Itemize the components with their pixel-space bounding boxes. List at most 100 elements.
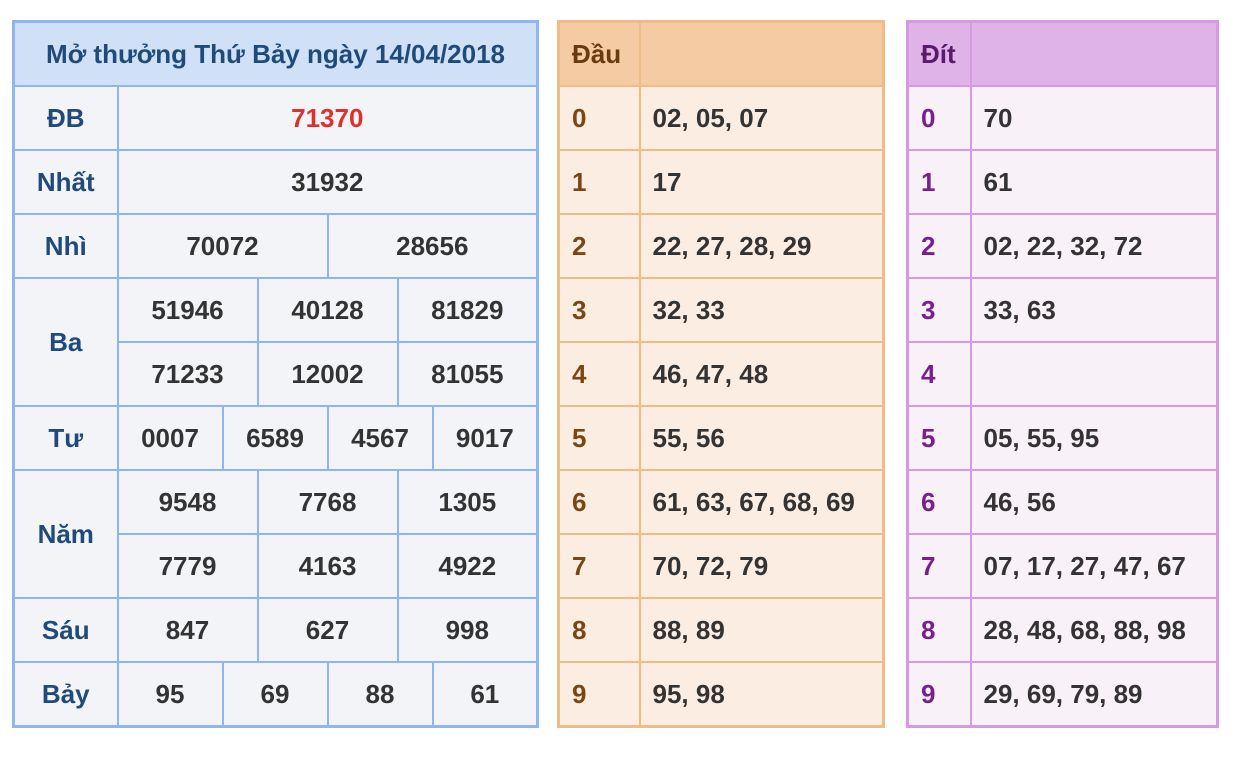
dit-row: 7 07, 17, 27, 47, 67	[906, 533, 1219, 599]
prize-value: 95	[116, 661, 224, 728]
dit-numbers: 07, 17, 27, 47, 67	[969, 533, 1219, 599]
dit-row: 6 46, 56	[906, 469, 1219, 535]
dau-numbers: 46, 47, 48	[638, 341, 885, 407]
prize-value: 6589	[221, 405, 329, 471]
row-bay: Bảy 95 69 88 61	[12, 661, 539, 728]
prize-value: 61	[431, 661, 539, 728]
dau-digit: 6	[557, 469, 641, 535]
prize-value: 7768	[256, 469, 399, 535]
prize-value: 31932	[116, 149, 539, 215]
dit-row: 3 33, 63	[906, 277, 1219, 343]
dit-digit: 4	[906, 341, 972, 407]
dit-numbers	[969, 341, 1219, 407]
prize-value: 9548	[116, 469, 259, 535]
dit-digit: 0	[906, 85, 972, 151]
dau-numbers: 70, 72, 79	[638, 533, 885, 599]
prize-value: 69	[221, 661, 329, 728]
dau-row: 8 88, 89	[557, 597, 885, 663]
dit-numbers: 46, 56	[969, 469, 1219, 535]
dit-numbers: 28, 48, 68, 88, 98	[969, 597, 1219, 663]
dau-row: 4 46, 47, 48	[557, 341, 885, 407]
prize-label-nhi: Nhì	[12, 213, 119, 279]
dau-row: 1 17	[557, 149, 885, 215]
prize-label-tu: Tư	[12, 405, 119, 471]
row-nhi: Nhì 70072 28656	[12, 213, 539, 279]
dit-numbers: 70	[969, 85, 1219, 151]
prize-value: 40128	[256, 277, 399, 343]
dau-row: 7 70, 72, 79	[557, 533, 885, 599]
dau-digit: 1	[557, 149, 641, 215]
dau-numbers: 88, 89	[638, 597, 885, 663]
prize-value: 71370	[116, 85, 539, 151]
dit-digit: 7	[906, 533, 972, 599]
dit-row: 5 05, 55, 95	[906, 405, 1219, 471]
row-sau: Sáu 847 627 998	[12, 597, 539, 663]
prize-label-sau: Sáu	[12, 597, 119, 663]
prize-value: 847	[116, 597, 259, 663]
row-nam-1: Năm 9548 7768 1305	[12, 469, 539, 599]
dit-digit: 9	[906, 661, 972, 728]
dit-digit: 3	[906, 277, 972, 343]
prize-value: 12002	[256, 341, 399, 407]
prize-value: 71233	[116, 341, 259, 407]
dit-header: Đít	[906, 20, 972, 87]
row-db: ĐB 71370	[12, 85, 539, 151]
dau-digit: 0	[557, 85, 641, 151]
dit-numbers: 29, 69, 79, 89	[969, 661, 1219, 728]
dau-row: 6 61, 63, 67, 68, 69	[557, 469, 885, 535]
prize-label-bay: Bảy	[12, 661, 119, 728]
dit-digit: 2	[906, 213, 972, 279]
prize-value: 0007	[116, 405, 224, 471]
dau-header-blank	[638, 20, 885, 87]
dau-digit: 7	[557, 533, 641, 599]
prize-value: 28656	[326, 213, 539, 279]
dau-digit: 8	[557, 597, 641, 663]
prize-value: 627	[256, 597, 399, 663]
row-ba-1: Ba 51946 40128 81829	[12, 277, 539, 407]
prize-value: 7779	[116, 533, 259, 599]
prize-value: 88	[326, 661, 434, 728]
dit-row: 4	[906, 341, 1219, 407]
prize-value: 81055	[396, 341, 539, 407]
dit-digit: 1	[906, 149, 972, 215]
dau-row: 9 95, 98	[557, 661, 885, 728]
dau-header: Đầu	[557, 20, 641, 87]
dau-numbers: 61, 63, 67, 68, 69	[638, 469, 885, 535]
prize-value: 9017	[431, 405, 539, 471]
row-nhat: Nhất 31932	[12, 149, 539, 215]
prize-value: 4163	[256, 533, 399, 599]
dau-row: 2 22, 27, 28, 29	[557, 213, 885, 279]
dau-digit: 9	[557, 661, 641, 728]
dit-header-blank	[969, 20, 1219, 87]
dau-row: 3 32, 33	[557, 277, 885, 343]
prize-value: 4567	[326, 405, 434, 471]
row-tu: Tư 0007 6589 4567 9017	[12, 405, 539, 471]
dit-digit: 6	[906, 469, 972, 535]
dit-row: 1 61	[906, 149, 1219, 215]
prize-label-ba: Ba	[12, 277, 119, 407]
dau-numbers: 22, 27, 28, 29	[638, 213, 885, 279]
prize-label-nhat: Nhất	[12, 149, 119, 215]
dau-digit: 3	[557, 277, 641, 343]
dit-row: 9 29, 69, 79, 89	[906, 661, 1219, 728]
dit-table: Đít 0 70 1 61 2 02, 22, 32, 72 3 33, 63 4 5 05, 55…	[906, 20, 1219, 728]
prize-value: 4922	[396, 533, 539, 599]
dit-row: 2 02, 22, 32, 72	[906, 213, 1219, 279]
dit-numbers: 61	[969, 149, 1219, 215]
dau-digit: 5	[557, 405, 641, 471]
dit-numbers: 05, 55, 95	[969, 405, 1219, 471]
prize-label-db: ĐB	[12, 85, 119, 151]
dit-row: 8 28, 48, 68, 88, 98	[906, 597, 1219, 663]
dau-table: Đầu 0 02, 05, 07 1 17 2 22, 27, 28, 29 3 32, 33…	[557, 20, 885, 728]
dau-numbers: 55, 56	[638, 405, 885, 471]
dau-digit: 4	[557, 341, 641, 407]
dau-row: 0 02, 05, 07	[557, 85, 885, 151]
prize-value: 1305	[396, 469, 539, 535]
dau-row: 5 55, 56	[557, 405, 885, 471]
dau-numbers: 02, 05, 07	[638, 85, 885, 151]
dau-numbers: 32, 33	[638, 277, 885, 343]
results-table: Mở thưởng Thứ Bảy ngày 14/04/2018 ĐB 713…	[12, 20, 540, 728]
dit-row: 0 70	[906, 85, 1219, 151]
dit-numbers: 02, 22, 32, 72	[969, 213, 1219, 279]
dau-numbers: 95, 98	[638, 661, 885, 728]
